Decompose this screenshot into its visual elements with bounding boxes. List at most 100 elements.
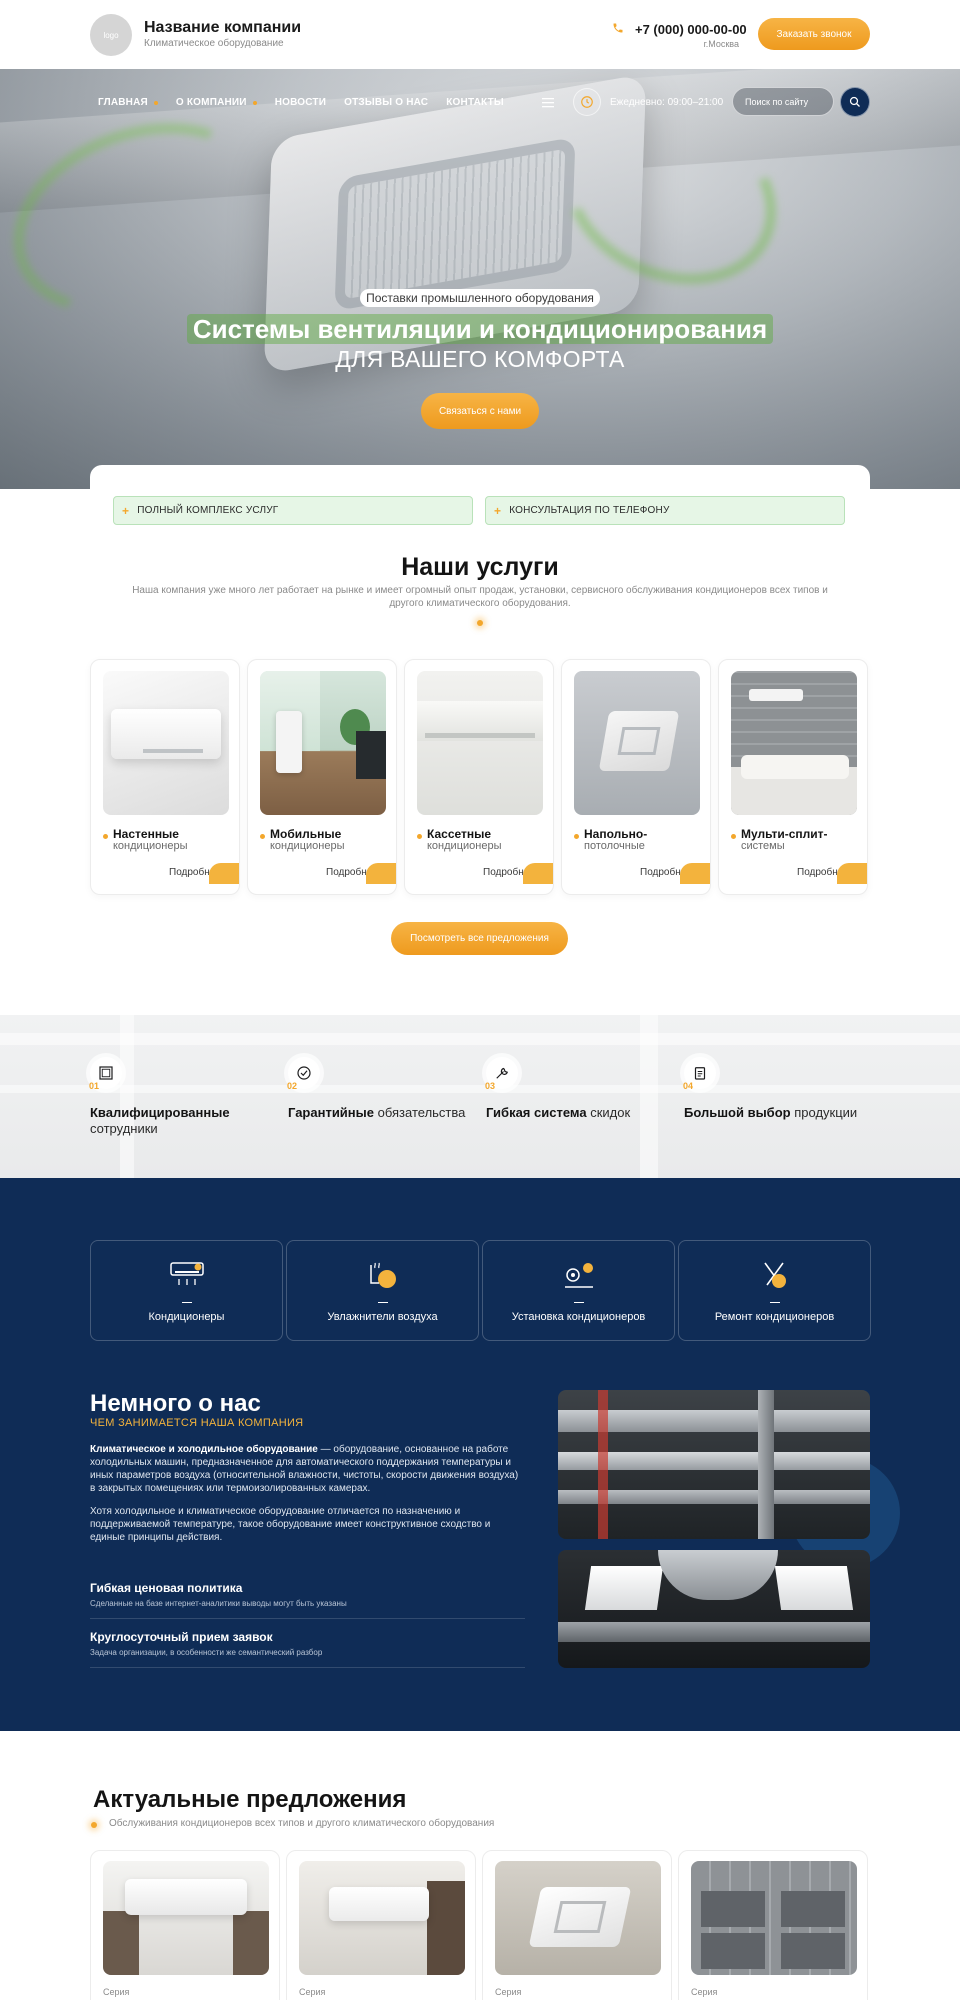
humidifier-icon — [365, 1259, 401, 1291]
plus-icon: + — [122, 503, 130, 518]
service-card-floor-ceiling[interactable]: Напольно- потолочные Подробнее — [561, 659, 711, 895]
company-name[interactable]: Название компании — [144, 19, 301, 37]
divider — [90, 1667, 525, 1668]
advantage-choice: 04 Большой выбор продукции — [683, 1057, 857, 1120]
offer-image — [103, 1861, 269, 1975]
service-name: Настенные — [113, 827, 179, 841]
air-conditioner-icon — [169, 1259, 205, 1291]
advantage-number: 04 — [683, 1081, 694, 1091]
service-subname: кондиционеры — [427, 840, 502, 852]
company-logo[interactable]: logo — [90, 14, 132, 56]
dropdown-dot-icon — [252, 100, 257, 105]
service-image — [260, 671, 386, 815]
contact-us-button[interactable]: Связаться с нами — [421, 393, 539, 429]
company-subtitle: Климатическое оборудование — [144, 38, 284, 49]
card-corner-accent — [680, 863, 710, 884]
hero-subtitle: ДЛЯ ВАШЕГО КОМФОРТА — [335, 346, 625, 372]
service-image — [731, 671, 857, 815]
advantage-text: Гарантийные обязательства — [288, 1105, 466, 1120]
offer-card[interactable]: Серия — [482, 1850, 672, 2000]
advantage-text: Квалифицированные сотрудники — [90, 1105, 230, 1136]
feature-full-service[interactable]: + ПОЛНЫЙ КОМПЛЕКС УСЛУГ — [113, 496, 473, 525]
service-name: Мульти-сплит- — [741, 827, 828, 841]
offer-series-label: Серия — [299, 1987, 326, 1997]
working-hours: Ежедневно: 09:00–21:00 — [610, 97, 724, 108]
about-kicker: ЧЕМ ЗАНИМАЕТСЯ НАША КОМПАНИЯ — [90, 1417, 304, 1429]
category-air-conditioners[interactable]: Кондиционеры — [90, 1240, 283, 1341]
category-label: Увлажнители воздуха — [327, 1311, 438, 1323]
nav-item-about[interactable]: О КОМПАНИИ — [176, 97, 257, 108]
service-card-wall[interactable]: Настенные кондиционеры Подробнее — [90, 659, 240, 895]
search-icon — [849, 96, 860, 107]
order-call-button[interactable]: Заказать звонок — [758, 18, 870, 50]
about-paragraph: Хотя холодильное и климатическое оборудо… — [90, 1506, 491, 1543]
service-name: Кассетные — [427, 827, 492, 841]
repair-icon — [757, 1259, 793, 1291]
offer-series-label: Серия — [103, 1987, 130, 1997]
offer-card[interactable]: Серия — [678, 1850, 868, 2000]
service-subname: кондиционеры — [270, 840, 345, 852]
bullet-dot — [731, 834, 736, 839]
search-button[interactable] — [840, 87, 870, 117]
clock-icon — [573, 88, 601, 116]
installation-icon — [561, 1259, 597, 1291]
city-label: г.Москва — [703, 39, 739, 49]
bullet-dot — [574, 834, 579, 839]
phone-icon — [612, 22, 626, 36]
service-subname: кондиционеры — [113, 840, 188, 852]
nav-item-home[interactable]: ГЛАВНАЯ — [98, 97, 158, 108]
bullet-dot — [417, 834, 422, 839]
view-all-offers-button[interactable]: Посмотреть все предложения — [391, 922, 568, 955]
service-card-cassette[interactable]: Кассетные кондиционеры Подробнее — [404, 659, 554, 895]
category-humidifiers[interactable]: Увлажнители воздуха — [286, 1240, 479, 1341]
offer-card[interactable]: Серия — [286, 1850, 476, 2000]
advantages-section: 01 Квалифицированные сотрудники 02 Гарант… — [0, 1015, 960, 1178]
service-name: Напольно- — [584, 827, 648, 841]
feature-phone-consult[interactable]: + КОНСУЛЬТАЦИЯ ПО ТЕЛЕФОНУ — [485, 496, 845, 525]
services-title: Наши услуги — [401, 553, 559, 581]
accent-dot — [477, 620, 483, 626]
services-description: Наша компания уже много лет работает на … — [132, 585, 828, 609]
advantage-number: 02 — [287, 1081, 298, 1091]
offer-series-label: Серия — [691, 1987, 718, 1997]
about-image-ducts — [558, 1390, 870, 1539]
offers-subtitle: Обслуживания кондиционеров всех типов и … — [109, 1818, 495, 1829]
nav-item-reviews[interactable]: ОТЗЫВЫ О НАС — [344, 97, 428, 108]
advantage-qualified: 01 Квалифицированные сотрудники — [89, 1057, 230, 1136]
about-title: Немного о нас — [90, 1390, 261, 1417]
offer-image — [495, 1861, 661, 1975]
nav-item-news[interactable]: НОВОСТИ — [275, 97, 326, 108]
nav-item-contacts[interactable]: КОНТАКТЫ — [446, 97, 504, 108]
category-installation[interactable]: Установка кондиционеров — [482, 1240, 675, 1341]
offer-image — [691, 1861, 857, 1975]
service-image — [574, 671, 700, 815]
hamburger-icon[interactable] — [542, 97, 554, 111]
service-subname: системы — [741, 840, 785, 852]
hero-banner: ГЛАВНАЯ О КОМПАНИИ НОВОСТИ ОТЗЫВЫ О НАС … — [0, 69, 960, 489]
about-section: Кондиционеры Увлажнители воздуха Установ… — [0, 1178, 960, 1731]
offer-series-label: Серия — [495, 1987, 522, 1997]
hero-kicker: Поставки промышленного оборудования — [0, 289, 960, 307]
bullet-dot — [260, 834, 265, 839]
offer-card[interactable]: Серия — [90, 1850, 280, 2000]
advantage-number: 01 — [89, 1081, 100, 1091]
service-card-multi-split[interactable]: Мульти-сплит- системы Подробнее — [718, 659, 868, 895]
site-header: logo Название компании Климатическое обо… — [0, 0, 960, 69]
advantage-number: 03 — [485, 1081, 496, 1091]
card-corner-accent — [837, 863, 867, 884]
about-point-text: Задача организации, в особенности же сем… — [90, 1648, 323, 1657]
advantage-text: Гибкая система скидок — [486, 1105, 631, 1120]
phone-number[interactable]: +7 (000) 000-00-00 — [635, 22, 747, 37]
card-corner-accent — [523, 863, 553, 884]
about-paragraph: Климатическое и холодильное оборудование… — [90, 1444, 519, 1494]
features-card: + ПОЛНЫЙ КОМПЛЕКС УСЛУГ + КОНСУЛЬТАЦИЯ ПО … — [90, 465, 870, 525]
about-point-title: Гибкая ценовая политика — [90, 1581, 243, 1595]
service-card-mobile[interactable]: Мобильные кондиционеры Подробнее — [247, 659, 397, 895]
service-image — [417, 671, 543, 815]
category-label: Кондиционеры — [148, 1311, 225, 1323]
search-input[interactable] — [732, 87, 834, 116]
category-label: Ремонт кондиционеров — [714, 1311, 835, 1323]
advantage-text: Большой выбор продукции — [684, 1105, 858, 1120]
category-repair[interactable]: Ремонт кондиционеров — [678, 1240, 871, 1341]
service-name: Мобильные — [270, 827, 342, 841]
